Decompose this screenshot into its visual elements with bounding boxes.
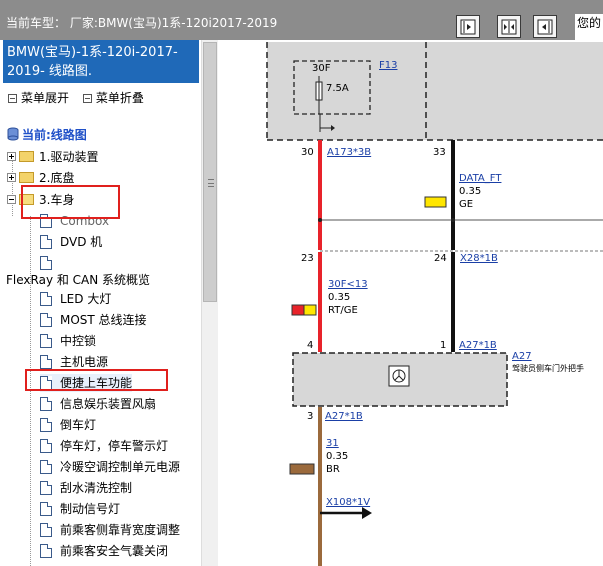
document-icon — [40, 313, 52, 327]
tree-item-led[interactable]: LED 大灯 — [40, 290, 111, 308]
tree-item-seat-width[interactable]: 前乘客侧靠背宽度调整 — [40, 521, 180, 539]
pin-1: 1 — [440, 340, 446, 351]
folder-icon — [19, 172, 34, 183]
tree-item-wiper[interactable]: 刮水清洗控制 — [40, 479, 132, 497]
tree-item-infotainment-fan[interactable]: 信息娱乐装置风扇 — [40, 395, 156, 413]
navigation-panel: BMW(宝马)-1系-120i-2017-2019- 线路图. 菜单展开 菜单折… — [0, 40, 218, 566]
folder-icon — [19, 151, 34, 162]
tree-item-parking-light[interactable]: 停车灯，停车警示灯 — [40, 437, 168, 455]
wire-color: BR — [326, 464, 340, 475]
tree-item-most[interactable]: MOST 总线连接 — [40, 311, 147, 329]
split-both-icon — [501, 19, 517, 34]
document-title: BMW(宝马)-1系-120i-2017-2019- 线路图. — [3, 40, 199, 83]
connector-x28-link[interactable]: X28*1B — [460, 253, 498, 264]
data-ft-link[interactable]: DATA_FT — [459, 173, 502, 184]
document-icon — [40, 256, 52, 270]
pin-3: 3 — [307, 411, 313, 422]
connector-x108-link[interactable]: X108*1V — [326, 497, 370, 508]
wire-color: GE — [459, 199, 473, 210]
wiring-diagram: 30F 7.5A F13 30 A173*3B 33 DATA_FT 0.35 … — [266, 42, 603, 566]
document-icon — [40, 355, 52, 369]
tree-item-flexray[interactable]: FlexRay 和 CAN 系统概览 — [6, 271, 150, 289]
wire-color: RT/GE — [328, 305, 358, 316]
tree-item-brake-light[interactable]: 制动信号灯 — [40, 500, 120, 518]
current-car-model: 当前车型： 厂家:BMW(宝马)1系-120i2017-2019 — [6, 16, 278, 30]
wire-gauge: 0.35 — [459, 186, 481, 197]
menu-collapse-button[interactable]: 菜单折叠 — [82, 89, 144, 106]
module-description: 驾驶员侧车门外把手 — [512, 363, 584, 373]
document-icon — [40, 292, 52, 306]
document-icon — [40, 523, 52, 537]
pin-33: 33 — [433, 147, 446, 158]
fuse-rating: 7.5A — [326, 83, 349, 94]
tree-item-dvd[interactable]: DVD 机 — [40, 233, 102, 251]
wire-30f-link[interactable]: 30F<13 — [328, 279, 368, 290]
wire-31-link[interactable]: 31 — [326, 438, 339, 449]
tree-item-airbag-off[interactable]: 前乘客安全气囊关闭 — [40, 542, 168, 560]
document-icon — [40, 334, 52, 348]
fuse-label: 30F — [312, 63, 331, 74]
user-greeting: 您的 — [575, 14, 603, 40]
top-bar: 当前车型： 厂家:BMW(宝马)1系-120i2017-2019 您的 — [0, 0, 603, 40]
expand-toggle-icon[interactable] — [7, 173, 16, 182]
arrow-right-icon — [362, 507, 372, 519]
document-icon — [40, 481, 52, 495]
yellow-swatch — [303, 304, 317, 316]
split-both-button[interactable] — [497, 15, 521, 38]
connector-a27-link-2[interactable]: A27*1B — [325, 411, 363, 422]
folder-drive[interactable]: 1.驱动装置 — [7, 148, 98, 166]
menu-controls: 菜单展开 菜单折叠 — [8, 89, 144, 106]
fuse-link[interactable]: F13 — [379, 60, 397, 71]
tree-line — [30, 216, 31, 566]
pin-4: 4 — [307, 340, 313, 351]
expand-icon — [8, 94, 17, 103]
tree-item-central-lock[interactable]: 中控锁 — [40, 332, 96, 350]
expand-toggle-icon[interactable] — [7, 152, 16, 161]
collapse-toggle-icon[interactable] — [7, 195, 16, 204]
wiring-diagram-panel: 30F 7.5A F13 30 A173*3B 33 DATA_FT 0.35 … — [218, 40, 603, 566]
database-icon — [7, 127, 19, 141]
tree-item-flexray-icon-row[interactable] — [40, 254, 60, 272]
tree-item-reverse-light[interactable]: 倒车灯 — [40, 416, 96, 434]
split-left-icon — [537, 19, 553, 34]
pin-24: 24 — [434, 253, 447, 264]
split-right-button[interactable] — [456, 15, 480, 38]
highlight-selected-item — [25, 369, 168, 391]
document-icon — [40, 502, 52, 516]
scrollbar-thumb[interactable] — [203, 42, 217, 302]
highlight-body-folder — [21, 185, 120, 219]
connector-a27-link[interactable]: A27*1B — [459, 340, 497, 351]
pin-23: 23 — [301, 253, 314, 264]
connector-a173-link[interactable]: A173*3B — [327, 147, 371, 158]
split-right-icon — [460, 19, 476, 34]
document-icon — [40, 418, 52, 432]
grip-icon — [208, 179, 214, 187]
split-left-button[interactable] — [533, 15, 557, 38]
wire-gauge: 0.35 — [326, 451, 348, 462]
wire-gauge: 0.35 — [328, 292, 350, 303]
tree-root[interactable]: 当前:线路图 — [7, 126, 87, 144]
pin-30: 30 — [301, 147, 314, 158]
tree-item-ac-power[interactable]: 冷暖空调控制单元电源 — [40, 458, 180, 476]
red-swatch — [291, 304, 305, 316]
menu-expand-button[interactable]: 菜单展开 — [8, 89, 69, 106]
brown-swatch — [289, 463, 315, 475]
document-icon — [40, 544, 52, 558]
document-icon — [40, 460, 52, 474]
module-a27-link[interactable]: A27 — [512, 351, 532, 362]
collapse-icon — [82, 94, 92, 103]
document-icon — [40, 397, 52, 411]
vertical-scrollbar[interactable] — [201, 40, 218, 566]
document-icon — [40, 235, 52, 249]
document-icon — [40, 439, 52, 453]
yellow-swatch — [424, 196, 447, 208]
